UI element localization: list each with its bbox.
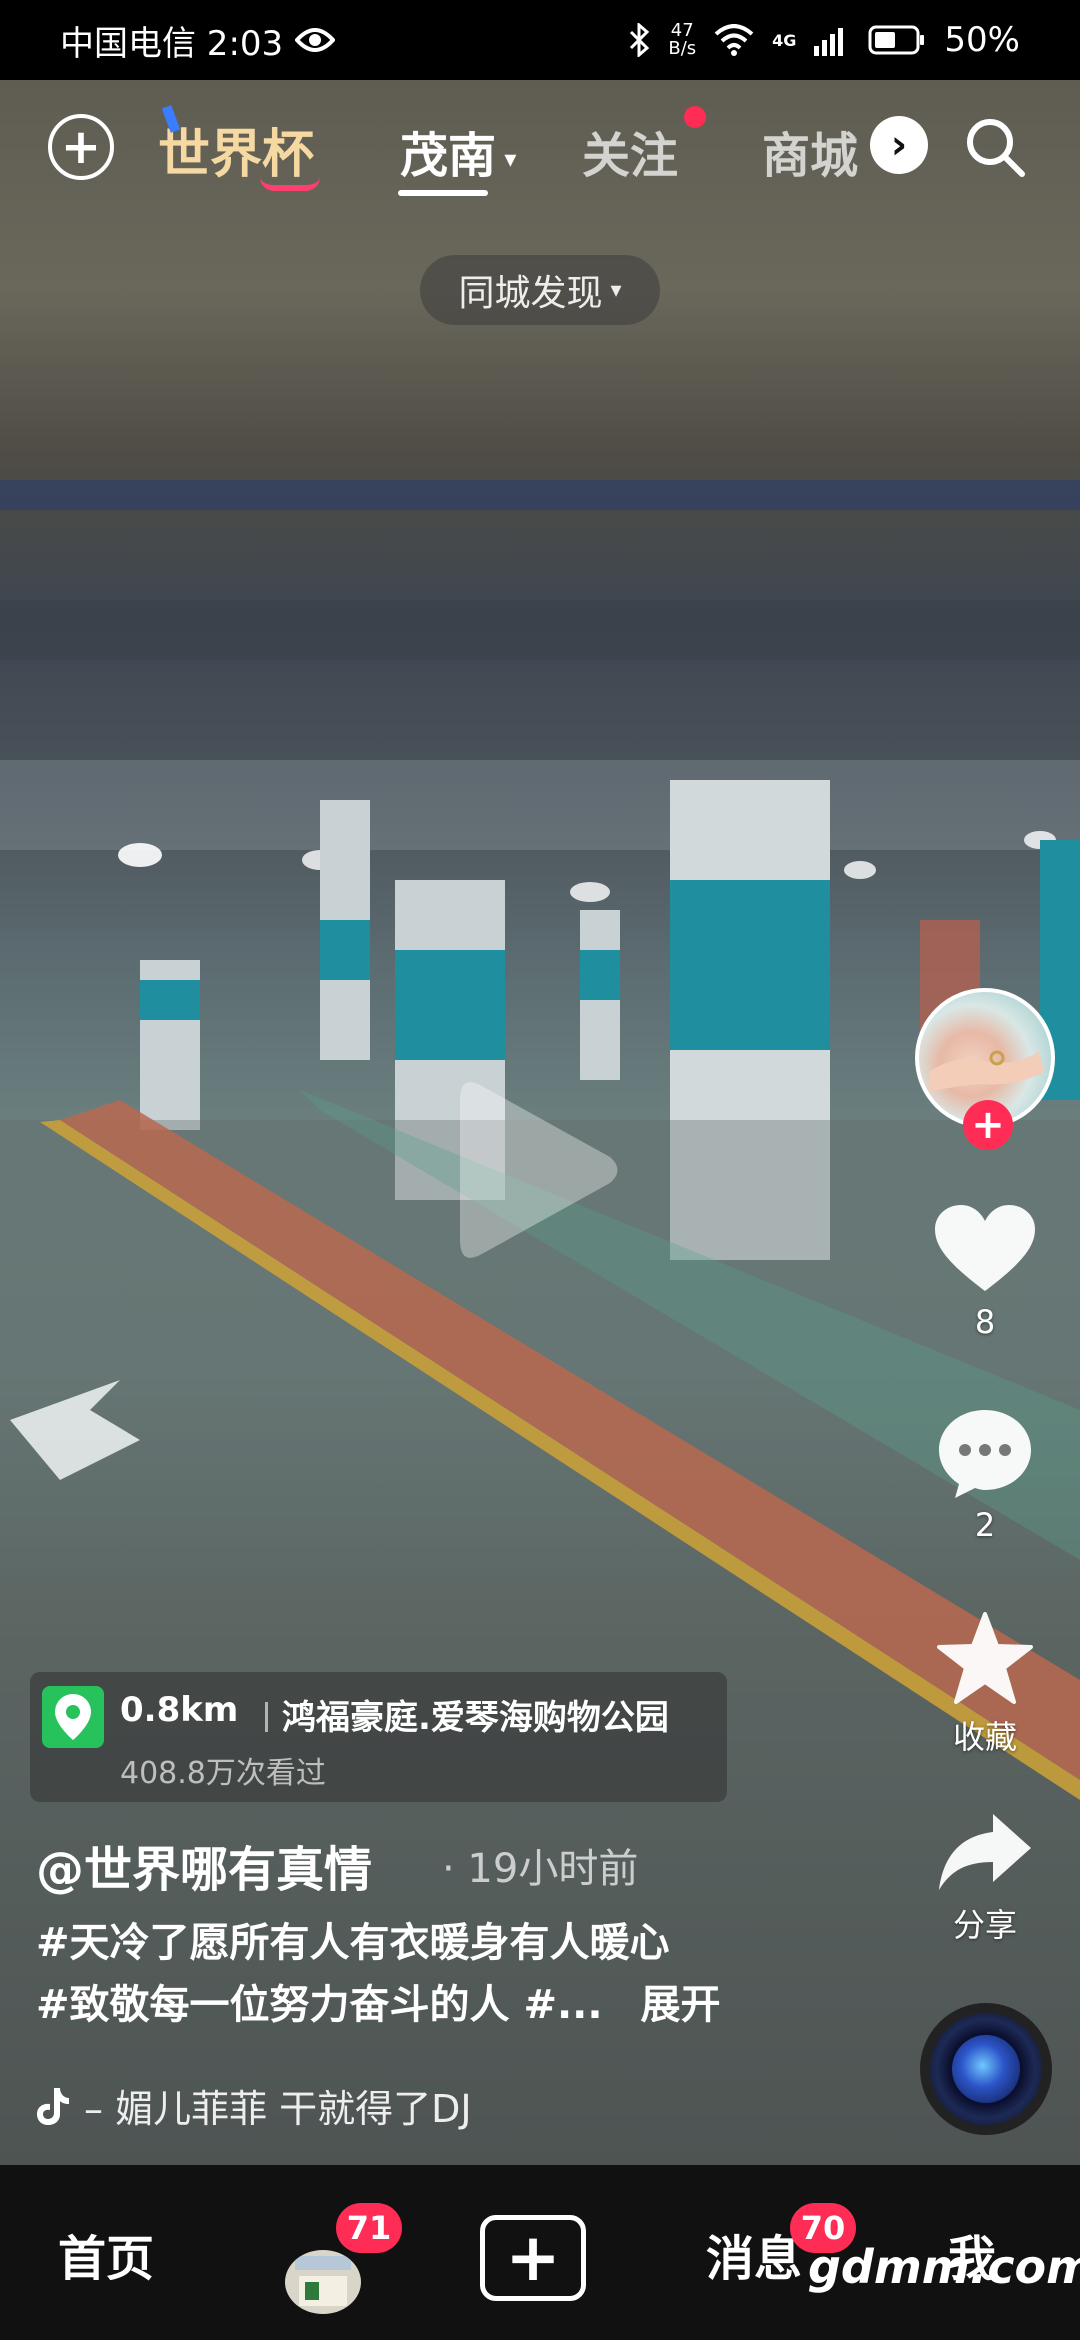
- carrier-time: 中国电信 2:03: [60, 23, 284, 64]
- top-nav: + 世界杯 茂南 ▾ 关注 商城 ›: [0, 80, 1080, 215]
- tiktok-note-icon: [37, 2087, 69, 2125]
- play-icon[interactable]: [460, 1075, 620, 1265]
- following-dot-badge: [684, 106, 706, 128]
- poi-distance: 0.8km: [120, 1690, 239, 1730]
- comment-count: 2: [974, 1506, 996, 1544]
- expand-link[interactable]: 展开: [640, 1982, 720, 2028]
- create-plus-icon[interactable]: +: [480, 2215, 586, 2301]
- music-disc-icon[interactable]: [920, 2003, 1052, 2135]
- post-time: · 19小时前: [442, 1846, 639, 1892]
- signal-icon: [814, 28, 844, 56]
- friends-thumbnail[interactable]: [285, 2250, 361, 2314]
- battery-percent: 50%: [944, 20, 1020, 60]
- comment-button[interactable]: 2: [915, 1408, 1055, 1544]
- friends-badge: 71: [336, 2203, 402, 2253]
- network-type: 4G: [772, 30, 797, 50]
- wifi-icon: [714, 24, 754, 56]
- tab-mall[interactable]: 商城: [762, 116, 862, 186]
- share-label: 分享: [952, 1906, 1017, 1944]
- share-button[interactable]: 分享: [915, 1812, 1055, 1946]
- tab-messages[interactable]: 消息: [706, 2219, 802, 2289]
- tab-following[interactable]: 关注: [582, 116, 678, 186]
- status-bar: 中国电信 2:03 47 B/s 4G 50%: [0, 0, 1080, 80]
- watermark: gdmm.com: [808, 2240, 1080, 2294]
- tab-underline: [398, 190, 488, 196]
- divider: [265, 1702, 268, 1732]
- favorite-button[interactable]: 收藏: [915, 1612, 1055, 1758]
- bluetooth-icon: [630, 23, 650, 57]
- music-title: – 媚儿菲菲 干就得了DJ: [84, 2087, 472, 2131]
- net-speed: 47 B/s: [668, 20, 697, 59]
- battery-icon: [868, 25, 925, 55]
- search-icon[interactable]: [962, 114, 1028, 180]
- poi-card[interactable]: 0.8km 鸿福豪庭.爱琴海购物公园 408.8万次看过: [30, 1672, 727, 1802]
- favorite-label: 收藏: [952, 1718, 1017, 1756]
- chevron-right-icon[interactable]: ›: [870, 116, 928, 174]
- author-avatar-group[interactable]: +: [915, 988, 1055, 1150]
- like-button[interactable]: 8: [915, 1205, 1055, 1341]
- caption-line-1[interactable]: #天冷了愿所有人有衣暖身有人暖心: [36, 1912, 796, 1974]
- eye-icon: [295, 28, 336, 52]
- city-filter-button[interactable]: 同城发现 ▾: [420, 255, 660, 325]
- poi-name: 鸿福豪庭.爱琴海购物公园: [282, 1698, 669, 1738]
- follow-plus-icon[interactable]: +: [963, 1100, 1013, 1150]
- star-icon: [937, 1612, 1033, 1704]
- location-pin-icon: [42, 1686, 104, 1748]
- tab-local[interactable]: 茂南 ▾: [400, 116, 516, 186]
- share-arrow-icon: [939, 1814, 1031, 1890]
- worldcup-logo[interactable]: 世界杯: [158, 105, 321, 191]
- post-caption: #天冷了愿所有人有衣暖身有人暖心 #致敬每一位努力奋斗的人 #... 展开: [36, 1912, 796, 2036]
- add-icon[interactable]: +: [48, 114, 114, 180]
- comment-icon: [939, 1410, 1031, 1498]
- poi-views: 408.8万次看过: [120, 1756, 326, 1791]
- tab-home[interactable]: 首页: [58, 2219, 154, 2289]
- caption-line-2[interactable]: #致敬每一位努力奋斗的人 #...: [36, 1982, 603, 2028]
- heart-icon: [935, 1205, 1035, 1291]
- music-info[interactable]: – 媚儿菲菲 干就得了DJ: [36, 2078, 472, 2133]
- like-count: 8: [974, 1303, 996, 1341]
- author-name[interactable]: @世界哪有真情: [36, 1830, 372, 1900]
